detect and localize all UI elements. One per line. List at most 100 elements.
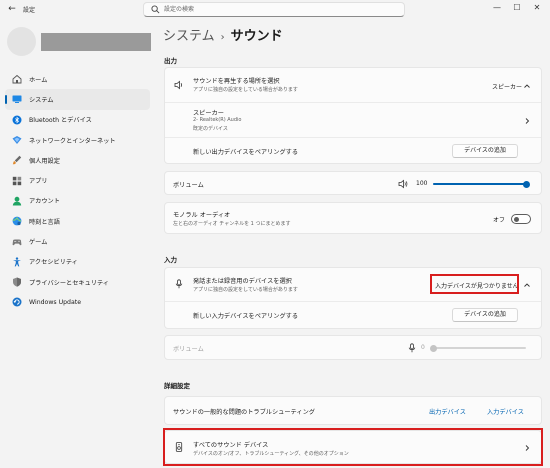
close-icon[interactable]: ✕ bbox=[530, 2, 544, 14]
sidebar-item-label: ホーム bbox=[29, 76, 48, 84]
sidebar-item-accounts[interactable]: アカウント bbox=[5, 191, 150, 211]
minimize-icon[interactable]: — bbox=[490, 2, 504, 14]
search-input[interactable] bbox=[164, 4, 394, 15]
input-pair-row: 新しい入力デバイスをペアリングする デバイスの追加 bbox=[165, 302, 541, 329]
sidebar-item-gaming[interactable]: ゲーム bbox=[5, 231, 150, 251]
microphone-icon bbox=[175, 279, 183, 289]
mono-audio-title: モノラル オーディオ bbox=[173, 212, 231, 219]
sidebar-item-time-language[interactable]: 時刻と言語 bbox=[5, 211, 150, 231]
sidebar-item-network[interactable]: ネットワークとインターネット bbox=[5, 130, 150, 150]
breadcrumb: システム › サウンド bbox=[163, 25, 283, 44]
sidebar-item-apps[interactable]: アプリ bbox=[5, 170, 150, 190]
apps-icon bbox=[12, 176, 22, 185]
personalization-icon bbox=[12, 156, 22, 165]
network-icon bbox=[12, 136, 22, 145]
highlight-box-all-devices bbox=[163, 428, 543, 466]
section-title-advanced: 詳細設定 bbox=[164, 382, 190, 390]
input-choose-title: 発話または録音用のデバイスを選択 bbox=[193, 278, 292, 285]
page-title: サウンド bbox=[230, 29, 283, 44]
back-arrow-icon[interactable]: ← bbox=[6, 3, 18, 15]
microphone-icon[interactable] bbox=[407, 343, 417, 353]
mono-audio-toggle[interactable] bbox=[511, 214, 531, 224]
sidebar-item-bluetooth[interactable]: Bluetooth とデバイス bbox=[5, 110, 150, 130]
input-choose-subtitle: アプリに独自の設定をしている場合があります bbox=[193, 287, 298, 293]
output-device-card: サウンドを再生する場所を選択 アプリに独自の設定をしている場合があります スピー… bbox=[164, 67, 542, 164]
account-icon bbox=[12, 196, 22, 206]
privacy-shield-icon bbox=[13, 277, 21, 287]
home-icon bbox=[12, 75, 22, 84]
chevron-up-icon[interactable] bbox=[523, 82, 531, 90]
sidebar-item-system[interactable]: システム bbox=[5, 89, 150, 110]
section-title-input: 入力 bbox=[164, 256, 177, 264]
output-choose-row[interactable]: サウンドを再生する場所を選択 アプリに独自の設定をしている場合があります スピー… bbox=[165, 68, 541, 102]
title-bar: ← 設定 — ☐ ✕ bbox=[0, 0, 550, 18]
sidebar-item-label: Bluetooth とデバイス bbox=[29, 117, 92, 125]
troubleshoot-input-link[interactable]: 入力デバイス bbox=[487, 407, 524, 416]
section-title-output: 出力 bbox=[164, 57, 177, 65]
sidebar-item-label: 時刻と言語 bbox=[29, 218, 60, 226]
windows-update-icon bbox=[12, 297, 22, 307]
speaker-device-name: 2- Realtek(R) Audio bbox=[193, 117, 242, 123]
sidebar-nav: ホーム システム Bluetooth とデバイス ネットワークとインターネット … bbox=[5, 69, 150, 313]
output-choose-subtitle: アプリに独自の設定をしている場合があります bbox=[193, 87, 298, 93]
sidebar-item-privacy[interactable]: プライバシーとセキュリティ bbox=[5, 272, 150, 292]
bluetooth-icon bbox=[12, 115, 22, 125]
sidebar-item-label: システム bbox=[29, 96, 54, 104]
sidebar-item-label: Windows Update bbox=[29, 298, 81, 306]
sidebar-item-accessibility[interactable]: アクセシビリティ bbox=[5, 252, 150, 272]
sidebar-item-label: アカウント bbox=[29, 198, 60, 206]
search-icon bbox=[151, 5, 160, 14]
input-volume-card: ボリューム 0 bbox=[164, 335, 542, 360]
chevron-up-icon[interactable] bbox=[523, 281, 531, 289]
sidebar-item-label: ゲーム bbox=[29, 239, 48, 247]
breadcrumb-separator: › bbox=[220, 32, 225, 43]
output-choose-title: サウンドを再生する場所を選択 bbox=[193, 78, 280, 85]
sidebar-item-label: プライバシーとセキュリティ bbox=[29, 279, 109, 287]
maximize-icon[interactable]: ☐ bbox=[510, 2, 524, 14]
speaker-default-label: 既定のデバイス bbox=[193, 126, 228, 132]
troubleshoot-output-link[interactable]: 出力デバイス bbox=[429, 407, 466, 416]
output-speaker-row[interactable]: スピーカー 2- Realtek(R) Audio 既定のデバイス bbox=[165, 103, 541, 137]
speaker-icon bbox=[174, 80, 182, 90]
input-volume-track[interactable] bbox=[433, 347, 526, 349]
output-volume-label: ボリューム bbox=[173, 182, 204, 189]
output-add-device-button[interactable]: デバイスの追加 bbox=[452, 144, 518, 158]
sidebar-item-label: アプリ bbox=[29, 178, 48, 186]
sidebar-item-windows-update[interactable]: Windows Update bbox=[5, 292, 150, 312]
app-title: 設定 bbox=[23, 7, 36, 14]
input-pair-label: 新しい入力デバイスをペアリングする bbox=[193, 313, 299, 320]
output-volume-fill bbox=[433, 183, 526, 185]
toggle-knob bbox=[514, 216, 519, 222]
highlight-box-input-status bbox=[430, 274, 519, 294]
sidebar-item-label: ネットワークとインターネット bbox=[29, 137, 116, 145]
mono-audio-subtitle: 左と右のオーディオ チャンネルを 1 つにまとめます bbox=[173, 221, 291, 227]
troubleshoot-label: サウンドの一般的な問題のトラブルシューティング bbox=[173, 409, 315, 416]
time-language-icon bbox=[12, 216, 22, 226]
input-volume-value: 0 bbox=[421, 344, 425, 351]
speaker-title: スピーカー bbox=[193, 110, 224, 117]
mono-audio-card: モノラル オーディオ 左と右のオーディオ チャンネルを 1 つにまとめます オフ bbox=[164, 202, 542, 234]
output-selected-device: スピーカー bbox=[492, 84, 523, 91]
output-pair-row: 新しい出力デバイスをペアリングする デバイスの追加 bbox=[165, 138, 541, 164]
output-pair-label: 新しい出力デバイスをペアリングする bbox=[193, 149, 299, 156]
chevron-right-icon[interactable] bbox=[523, 117, 531, 125]
output-volume-thumb[interactable] bbox=[522, 180, 530, 188]
mono-audio-state: オフ bbox=[493, 217, 506, 224]
gaming-icon bbox=[12, 239, 22, 245]
sidebar-item-personalization[interactable]: 個人用設定 bbox=[5, 150, 150, 170]
search-box[interactable] bbox=[143, 2, 405, 17]
avatar[interactable] bbox=[7, 27, 36, 56]
profile-name-redacted bbox=[41, 33, 151, 51]
system-icon bbox=[12, 95, 22, 104]
troubleshoot-card: サウンドの一般的な問題のトラブルシューティング 出力デバイス 入力デバイス bbox=[164, 396, 542, 425]
output-volume-card: ボリューム 100 bbox=[164, 171, 542, 195]
input-volume-label: ボリューム bbox=[173, 346, 204, 353]
breadcrumb-parent[interactable]: システム bbox=[163, 29, 215, 44]
sidebar-item-home[interactable]: ホーム bbox=[5, 69, 150, 89]
accessibility-icon bbox=[13, 257, 21, 267]
input-add-device-button[interactable]: デバイスの追加 bbox=[452, 308, 518, 322]
sidebar-item-label: 個人用設定 bbox=[29, 157, 60, 165]
sidebar-item-label: アクセシビリティ bbox=[29, 259, 78, 267]
volume-icon[interactable] bbox=[398, 179, 408, 189]
input-volume-thumb[interactable] bbox=[429, 344, 437, 352]
